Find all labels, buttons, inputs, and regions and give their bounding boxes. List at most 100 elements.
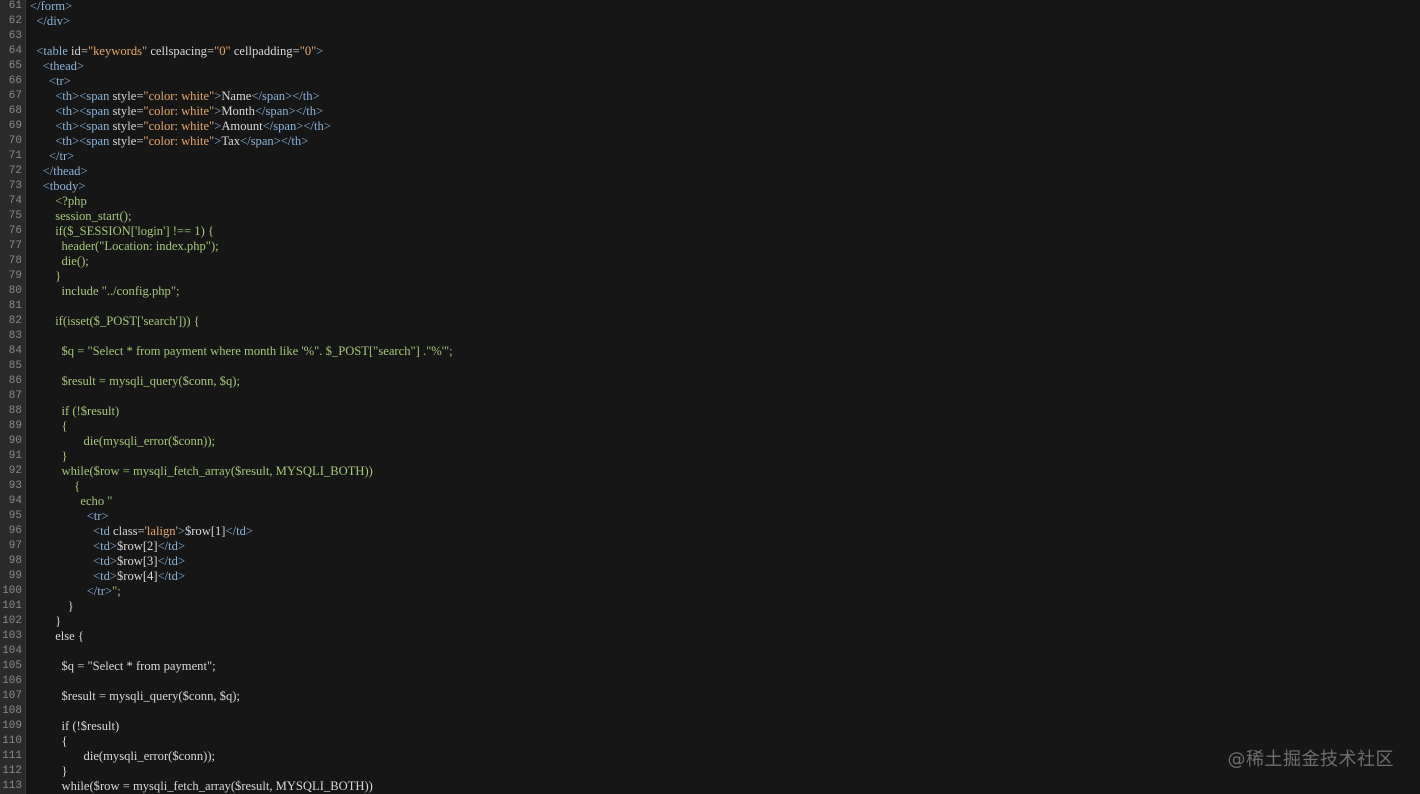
code-lines[interactable]: 61 </form> 62 </div> 63 64 <table id="keywor… bbox=[0, 0, 453, 794]
code-line[interactable]: 97 <td>$row[2]</td> bbox=[0, 539, 453, 554]
code-line[interactable]: 71 </tr> bbox=[0, 149, 453, 164]
code-line[interactable]: 74 <?php bbox=[0, 194, 453, 209]
code-text[interactable]: if (!$result) bbox=[25, 404, 119, 419]
code-line[interactable]: 84 $q = "Select * from payment where mon… bbox=[0, 344, 453, 359]
code-line[interactable]: 108 bbox=[0, 704, 453, 719]
code-line[interactable]: 89 { bbox=[0, 419, 453, 434]
code-line[interactable]: 72 </thead> bbox=[0, 164, 453, 179]
code-text[interactable]: <tr> bbox=[25, 74, 71, 89]
code-line[interactable]: 104 bbox=[0, 644, 453, 659]
code-line[interactable]: 85 bbox=[0, 359, 453, 374]
code-line[interactable]: 69 <th><span style="color: white">Amount… bbox=[0, 119, 453, 134]
code-line[interactable]: 70 <th><span style="color: white">Tax</s… bbox=[0, 134, 453, 149]
code-line[interactable]: 110 { bbox=[0, 734, 453, 749]
code-text[interactable]: <td>$row[2]</td> bbox=[25, 539, 185, 554]
code-text[interactable]: $q = "Select * from payment where month … bbox=[25, 344, 452, 359]
code-text[interactable]: die(); bbox=[25, 254, 88, 269]
code-line[interactable]: 75 session_start(); bbox=[0, 209, 453, 224]
code-text[interactable]: } bbox=[25, 449, 67, 464]
code-text[interactable]: { bbox=[25, 479, 80, 494]
code-line[interactable]: 67 <th><span style="color: white">Name</… bbox=[0, 89, 453, 104]
code-text[interactable]: } bbox=[25, 764, 67, 779]
code-line[interactable]: 91 } bbox=[0, 449, 453, 464]
code-line[interactable]: 83 bbox=[0, 329, 453, 344]
code-text[interactable]: else { bbox=[25, 629, 84, 644]
code-text[interactable]: <td>$row[3]</td> bbox=[25, 554, 185, 569]
code-text[interactable]: <th><span style="color: white">Amount</s… bbox=[25, 119, 331, 134]
code-text[interactable]: echo " bbox=[25, 494, 112, 509]
code-line[interactable]: 90 die(mysqli_error($conn)); bbox=[0, 434, 453, 449]
code-line[interactable]: 102 } bbox=[0, 614, 453, 629]
code-text[interactable]: if($_SESSION['login'] !== 1) { bbox=[25, 224, 214, 239]
code-line[interactable]: 86 $result = mysqli_query($conn, $q); bbox=[0, 374, 453, 389]
code-line[interactable]: 92 while($row = mysqli_fetch_array($resu… bbox=[0, 464, 453, 479]
code-line[interactable]: 64 <table id="keywords" cellspacing="0" … bbox=[0, 44, 453, 59]
code-line[interactable]: 82 if(isset($_POST['search'])) { bbox=[0, 314, 453, 329]
code-line[interactable]: 96 <td class='lalign'>$row[1]</td> bbox=[0, 524, 453, 539]
code-text[interactable]: die(mysqli_error($conn)); bbox=[25, 749, 216, 764]
code-line[interactable]: 61 </form> bbox=[0, 0, 453, 14]
code-text[interactable]: <table id="keywords" cellspacing="0" cel… bbox=[25, 44, 323, 59]
code-line[interactable]: 81 bbox=[0, 299, 453, 314]
code-text[interactable]: include "../config.php"; bbox=[25, 284, 179, 299]
code-text[interactable]: die(mysqli_error($conn)); bbox=[25, 434, 216, 449]
code-line[interactable]: 109 if (!$result) bbox=[0, 719, 453, 734]
code-line[interactable]: 77 header("Location: index.php"); bbox=[0, 239, 453, 254]
code-line[interactable]: 106 bbox=[0, 674, 453, 689]
code-text[interactable]: session_start(); bbox=[25, 209, 131, 224]
code-text[interactable]: $result = mysqli_query($conn, $q); bbox=[25, 374, 240, 389]
code-text[interactable]: <th><span style="color: white">Tax</span… bbox=[25, 134, 308, 149]
code-text[interactable]: } bbox=[25, 599, 74, 614]
code-line[interactable]: 101 } bbox=[0, 599, 453, 614]
code-line[interactable]: 73 <tbody> bbox=[0, 179, 453, 194]
code-line[interactable]: 65 <thead> bbox=[0, 59, 453, 74]
code-text[interactable]: if(isset($_POST['search'])) { bbox=[25, 314, 200, 329]
code-line[interactable]: 95 <tr> bbox=[0, 509, 453, 524]
code-text[interactable]: </div> bbox=[25, 14, 70, 29]
code-line[interactable]: 112 } bbox=[0, 764, 453, 779]
code-text[interactable]: </form> bbox=[25, 0, 72, 14]
code-text[interactable]: $q = "Select * from payment"; bbox=[25, 659, 215, 674]
code-text[interactable]: <th><span style="color: white">Name</spa… bbox=[25, 89, 320, 104]
code-text[interactable]: } bbox=[25, 614, 61, 629]
code-line[interactable]: 68 <th><span style="color: white">Month<… bbox=[0, 104, 453, 119]
code-text[interactable]: { bbox=[25, 734, 67, 749]
code-text[interactable]: </tr> bbox=[25, 149, 74, 164]
code-line[interactable]: 113 while($row = mysqli_fetch_array($res… bbox=[0, 779, 453, 794]
code-line[interactable]: 93 { bbox=[0, 479, 453, 494]
code-line[interactable]: 76 if($_SESSION['login'] !== 1) { bbox=[0, 224, 453, 239]
code-text[interactable]: while($row = mysqli_fetch_array($result,… bbox=[25, 779, 372, 794]
code-text[interactable]: $result = mysqli_query($conn, $q); bbox=[25, 689, 240, 704]
code-line[interactable]: 103 else { bbox=[0, 629, 453, 644]
code-text[interactable]: <thead> bbox=[25, 59, 84, 74]
code-text[interactable]: </thead> bbox=[25, 164, 88, 179]
code-line[interactable]: 88 if (!$result) bbox=[0, 404, 453, 419]
code-text[interactable]: <td class='lalign'>$row[1]</td> bbox=[25, 524, 253, 539]
code-text[interactable]: <th><span style="color: white">Month</sp… bbox=[25, 104, 323, 119]
code-line[interactable]: 105 $q = "Select * from payment"; bbox=[0, 659, 453, 674]
code-text[interactable]: header("Location: index.php"); bbox=[25, 239, 218, 254]
code-text[interactable]: { bbox=[25, 419, 67, 434]
code-line[interactable]: 66 <tr> bbox=[0, 74, 453, 89]
code-text[interactable]: while($row = mysqli_fetch_array($result,… bbox=[25, 464, 372, 479]
code-text[interactable]: <?php bbox=[25, 194, 87, 209]
code-text[interactable]: <td>$row[4]</td> bbox=[25, 569, 185, 584]
code-text[interactable]: <tbody> bbox=[25, 179, 86, 194]
code-editor[interactable]: 61 </form> 62 </div> 63 64 <table id="keywor… bbox=[0, 0, 1420, 794]
code-line[interactable]: 100 </tr>"; bbox=[0, 584, 453, 599]
code-line[interactable]: 80 include "../config.php"; bbox=[0, 284, 453, 299]
code-line[interactable]: 62 </div> bbox=[0, 14, 453, 29]
code-line[interactable]: 107 $result = mysqli_query($conn, $q); bbox=[0, 689, 453, 704]
code-line[interactable]: 87 bbox=[0, 389, 453, 404]
code-line[interactable]: 99 <td>$row[4]</td> bbox=[0, 569, 453, 584]
code-text[interactable]: </tr>"; bbox=[25, 584, 121, 599]
code-text[interactable]: <tr> bbox=[25, 509, 109, 524]
code-line[interactable]: 94 echo " bbox=[0, 494, 453, 509]
code-text[interactable]: if (!$result) bbox=[25, 719, 119, 734]
code-line[interactable]: 78 die(); bbox=[0, 254, 453, 269]
code-line[interactable]: 111 die(mysqli_error($conn)); bbox=[0, 749, 453, 764]
code-line[interactable]: 63 bbox=[0, 29, 453, 44]
code-line[interactable]: 98 <td>$row[3]</td> bbox=[0, 554, 453, 569]
code-text[interactable]: } bbox=[25, 269, 61, 284]
code-line[interactable]: 79 } bbox=[0, 269, 453, 284]
